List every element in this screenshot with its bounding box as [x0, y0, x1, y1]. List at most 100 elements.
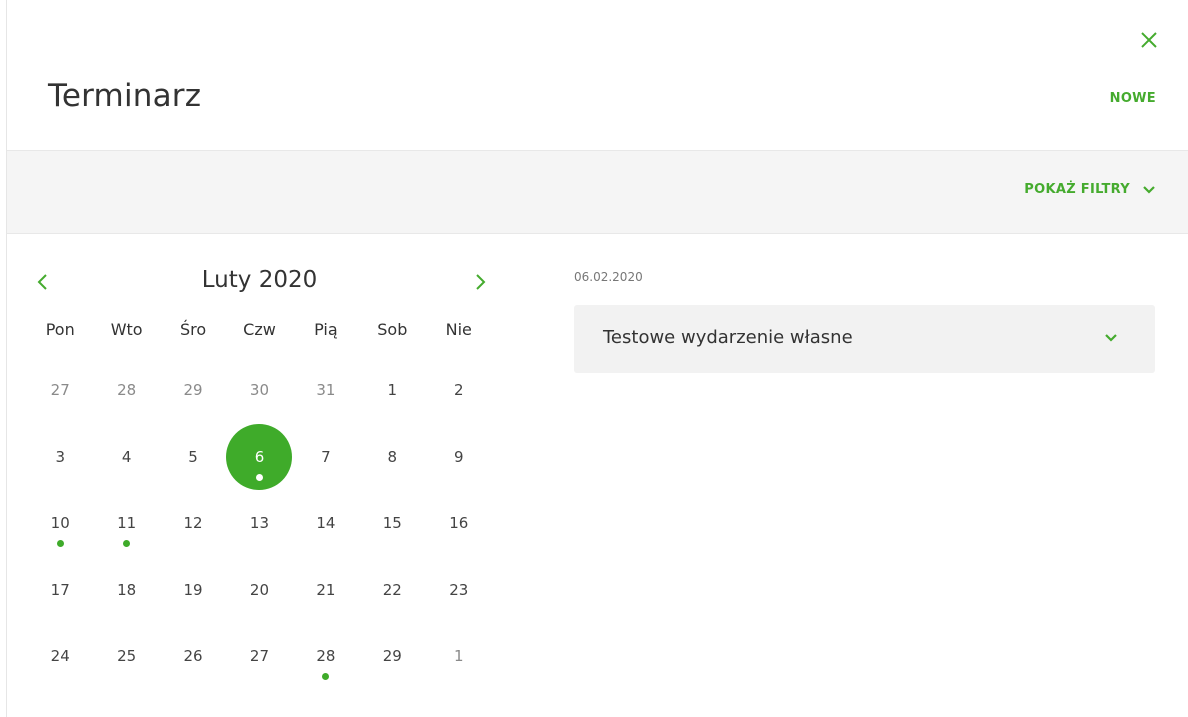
- calendar-week: 3 4 5 6 7 8 9: [27, 423, 492, 491]
- day-number: 16: [449, 514, 469, 533]
- day-number: 1: [387, 381, 398, 400]
- calendar-day[interactable]: 31: [293, 357, 359, 424]
- day-number: 8: [387, 447, 398, 466]
- event-indicator-dot: [123, 540, 131, 547]
- calendar-day[interactable]: 11: [93, 490, 159, 557]
- day-number: 14: [316, 514, 336, 533]
- weekday-label: Czw: [243, 320, 276, 339]
- weekday-label: Nie: [445, 320, 472, 339]
- day-number: 1: [453, 647, 464, 666]
- new-button[interactable]: NOWE: [1110, 91, 1156, 106]
- calendar-day-selected[interactable]: 6: [226, 423, 293, 491]
- calendar-day[interactable]: 29: [359, 623, 425, 690]
- next-month-button[interactable]: [472, 272, 488, 292]
- calendar-day[interactable]: 18: [93, 557, 159, 624]
- calendar: Luty 2020 Pon Wto Śro Czw Pią Sob Nie 27 28 29 30…: [27, 262, 492, 690]
- calendar-day[interactable]: 3: [27, 424, 93, 491]
- calendar-week: 27 28 29 30 31 1 2: [27, 357, 492, 424]
- calendar-day[interactable]: 8: [359, 424, 425, 491]
- calendar-day[interactable]: 12: [160, 490, 226, 557]
- event-item[interactable]: Testowe wydarzenie własne: [574, 305, 1155, 373]
- close-icon: [1141, 32, 1157, 48]
- calendar-day[interactable]: 13: [226, 490, 292, 557]
- calendar-day[interactable]: 25: [93, 623, 159, 690]
- day-number: 13: [249, 514, 270, 533]
- calendar-day[interactable]: 21: [293, 557, 359, 624]
- event-indicator-dot: [322, 673, 330, 680]
- chevron-down-icon: [1143, 185, 1155, 194]
- day-number: 9: [453, 447, 464, 466]
- calendar-day[interactable]: 30: [226, 357, 292, 424]
- calendar-day[interactable]: 9: [426, 424, 492, 491]
- page-title: Terminarz: [48, 78, 202, 114]
- day-number: 4: [121, 447, 132, 466]
- selected-date: 06.02.2020: [574, 270, 643, 284]
- day-number: 17: [50, 580, 70, 599]
- calendar-day[interactable]: 16: [426, 490, 492, 557]
- calendar-day[interactable]: 24: [27, 623, 93, 690]
- day-number: 3: [55, 447, 65, 466]
- day-number: 29: [183, 381, 203, 400]
- chevron-right-icon: [476, 274, 486, 290]
- calendar-day[interactable]: 2: [426, 357, 492, 424]
- day-number: 19: [183, 580, 203, 599]
- day-number: 11: [117, 514, 137, 533]
- calendar-day[interactable]: 27: [27, 357, 93, 424]
- calendar-week: 10 11 12 13 14 15 16: [27, 490, 492, 557]
- calendar-day[interactable]: 29: [160, 357, 226, 424]
- month-label: Luty 2020: [201, 267, 318, 293]
- calendar-week: 17 18 19 20 21 22 23: [27, 557, 492, 624]
- calendar-day[interactable]: 28: [93, 357, 159, 424]
- day-number: 24: [50, 647, 70, 666]
- show-filters-toggle[interactable]: POKAŻ FILTRY: [1024, 182, 1156, 197]
- calendar-day[interactable]: 20: [226, 557, 292, 624]
- calendar-day[interactable]: 17: [27, 557, 93, 624]
- weekday-label: Śro: [179, 320, 207, 339]
- calendar-week: 24 25 26 27 28 29 1: [27, 623, 492, 690]
- day-number: 6: [254, 447, 265, 466]
- weekday-label: Sob: [377, 320, 408, 339]
- scheduler-panel: Terminarz NOWE POKAŻ FILTRY Luty 2020 Po…: [6, 0, 1188, 717]
- day-number: 20: [249, 580, 270, 599]
- day-number: 27: [50, 381, 70, 400]
- calendar-day[interactable]: 15: [359, 490, 425, 557]
- day-number: 5: [188, 447, 198, 466]
- day-number: 7: [321, 447, 331, 466]
- calendar-day[interactable]: 1: [426, 623, 492, 690]
- event-indicator-dot: [56, 540, 64, 547]
- calendar-day[interactable]: 5: [160, 424, 226, 491]
- calendar-day[interactable]: 26: [160, 623, 226, 690]
- calendar-day[interactable]: 4: [93, 424, 159, 491]
- calendar-day[interactable]: 27: [226, 623, 292, 690]
- day-number: 30: [249, 381, 270, 400]
- calendar-day[interactable]: 10: [27, 490, 93, 557]
- events-panel: 06.02.2020 Testowe wydarzenie własne: [574, 270, 1155, 373]
- day-number: 25: [117, 647, 137, 666]
- calendar-day[interactable]: 14: [293, 490, 359, 557]
- event-title: Testowe wydarzenie własne: [603, 327, 853, 348]
- calendar-day[interactable]: 23: [426, 557, 492, 624]
- day-number: 28: [117, 381, 137, 400]
- calendar-grid: 27 28 29 30 31 1 2 3 4 5 6 7 8 9 10 11 12 13 14 15 16 17 18 19 2…: [27, 357, 492, 690]
- day-number: 27: [249, 647, 270, 666]
- calendar-day[interactable]: 7: [293, 424, 359, 491]
- day-number: 28: [316, 647, 336, 666]
- day-number: 15: [382, 514, 402, 533]
- day-number: 10: [50, 514, 70, 533]
- chevron-down-icon: [1105, 334, 1117, 342]
- day-number: 12: [183, 514, 203, 533]
- day-number: 18: [117, 580, 137, 599]
- calendar-day[interactable]: 1: [359, 357, 425, 424]
- close-button[interactable]: [1139, 30, 1159, 50]
- filter-bar: POKAŻ FILTRY: [7, 150, 1188, 234]
- day-number: 23: [449, 580, 469, 599]
- event-indicator-dot: [255, 473, 263, 481]
- calendar-day[interactable]: 28: [293, 623, 359, 690]
- weekday-label: Pią: [314, 320, 338, 339]
- calendar-header: Luty 2020: [27, 262, 492, 302]
- calendar-day[interactable]: 22: [359, 557, 425, 624]
- calendar-day[interactable]: 19: [160, 557, 226, 624]
- show-filters-label: POKAŻ FILTRY: [1024, 182, 1130, 197]
- day-number: 29: [382, 647, 402, 666]
- day-number: 2: [453, 381, 464, 400]
